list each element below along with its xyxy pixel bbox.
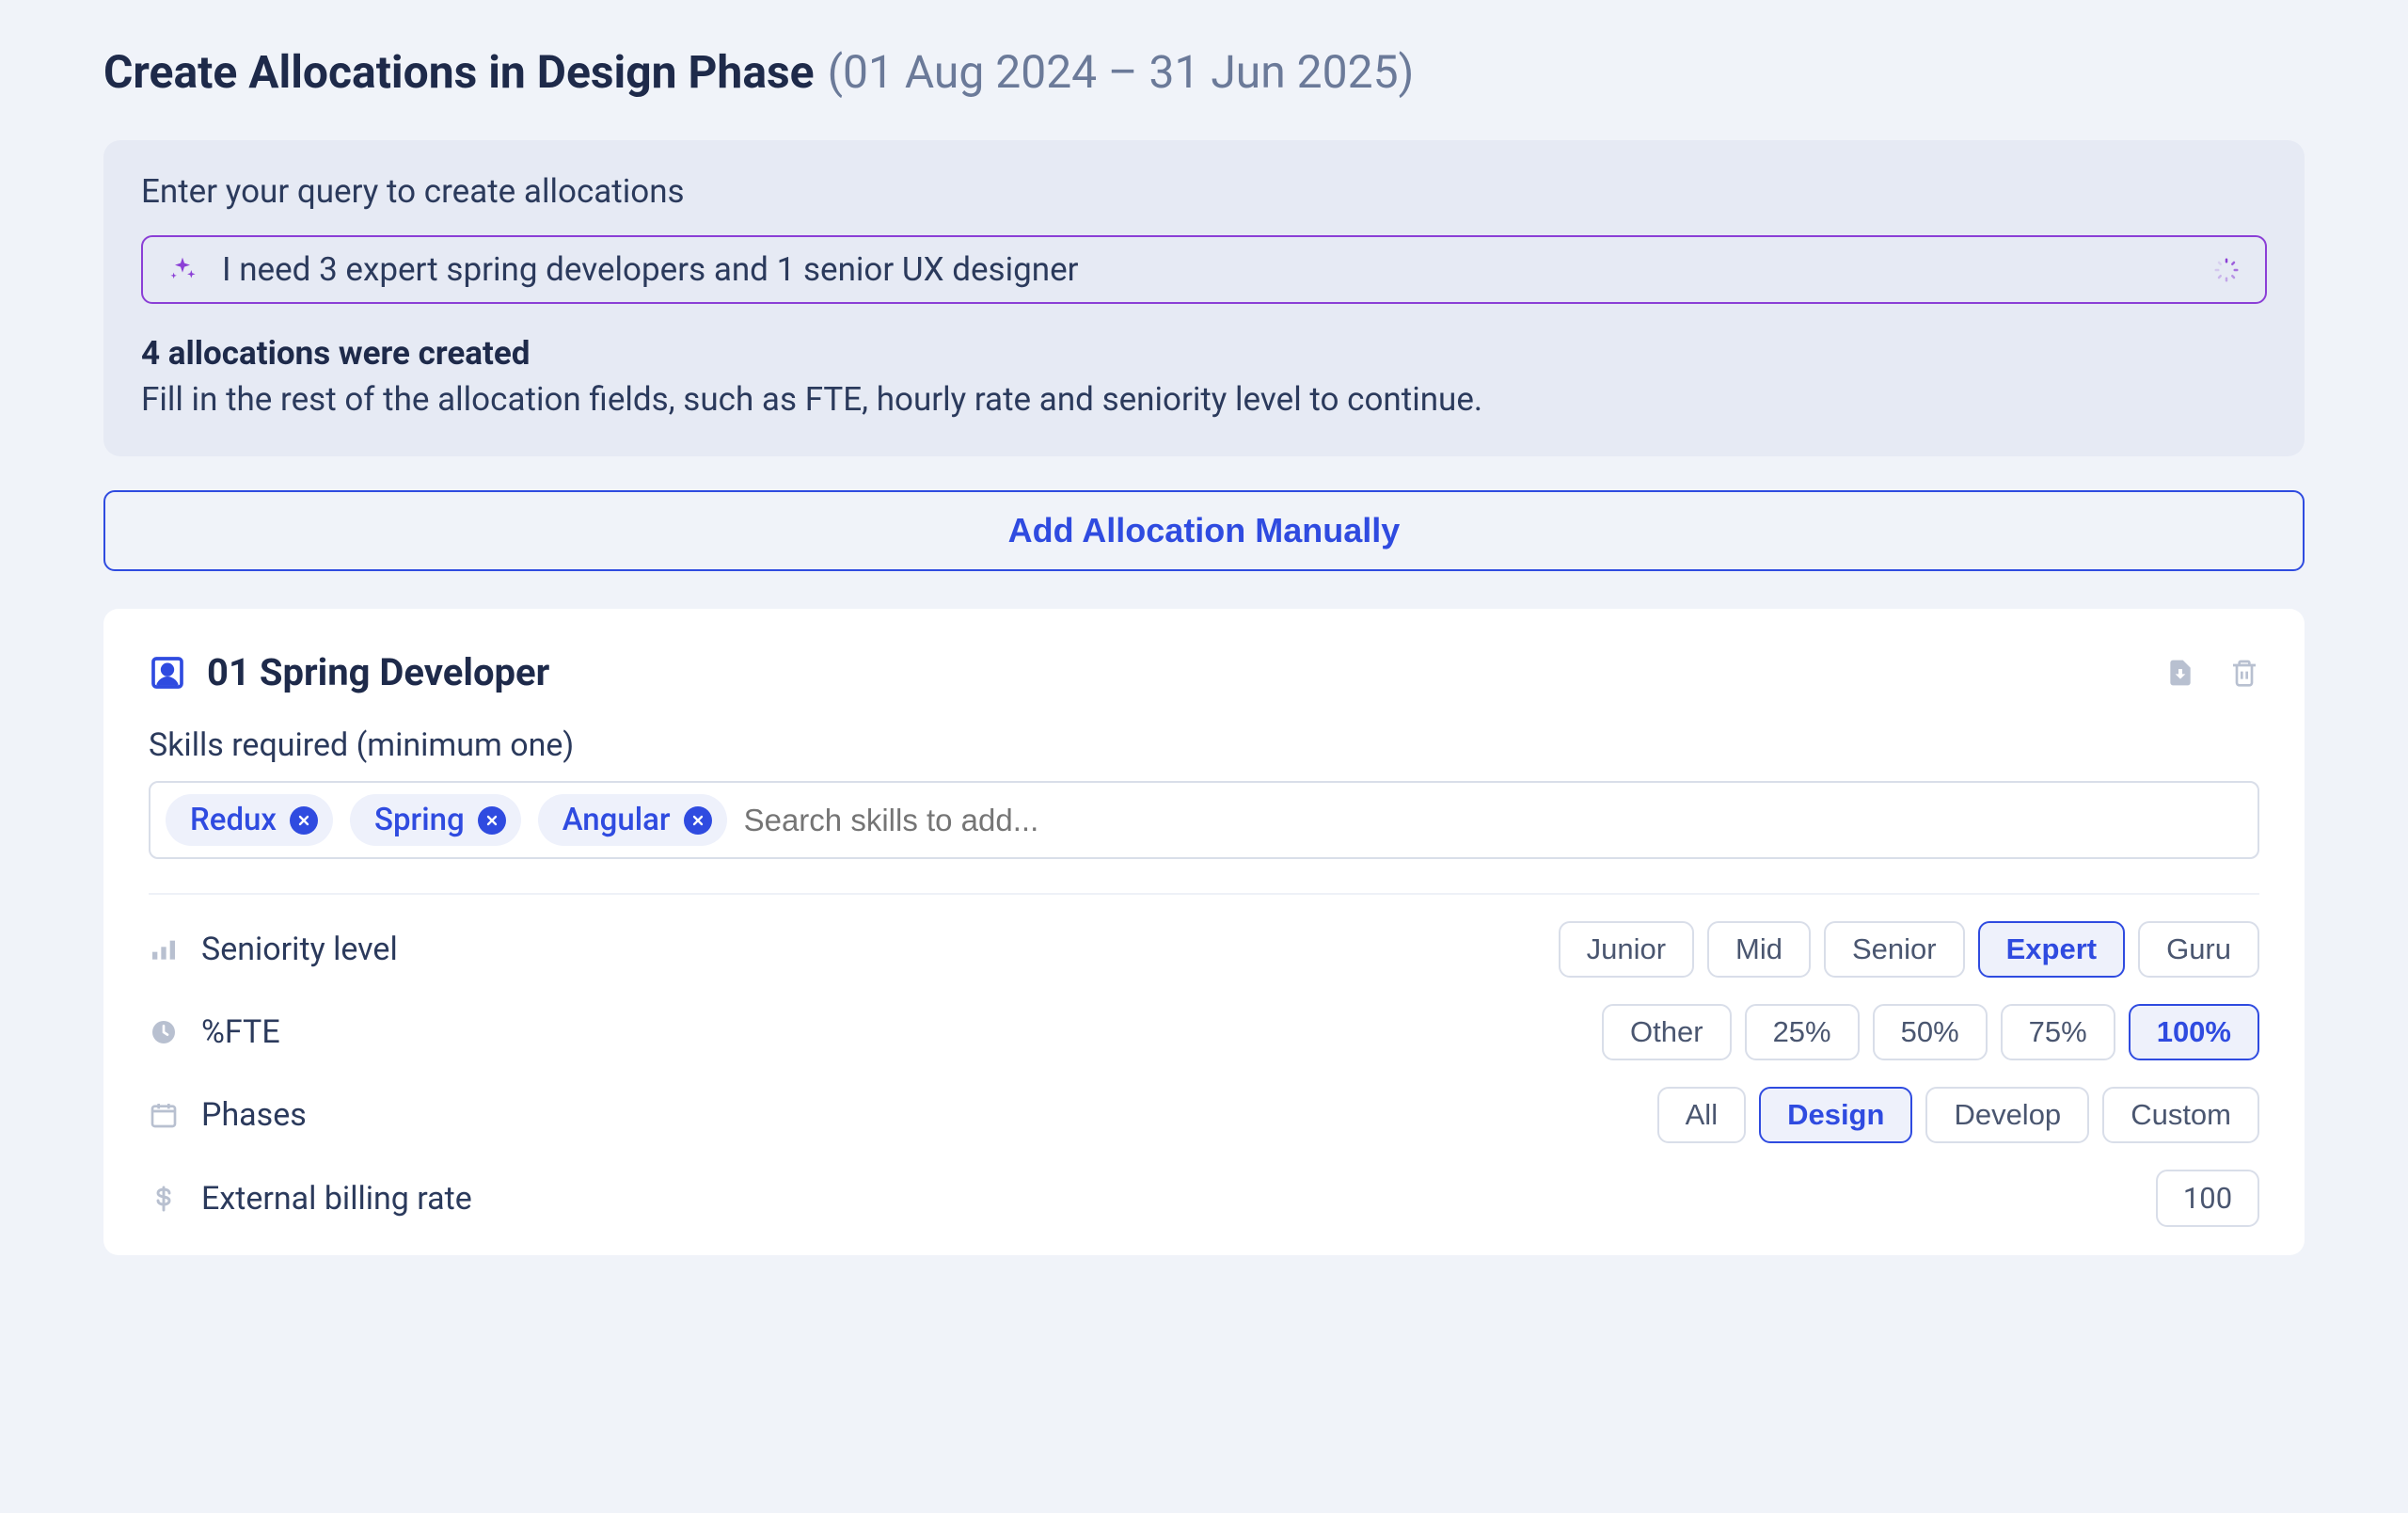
query-panel: Enter your query to create allocations I… [103, 140, 2305, 456]
fte-option[interactable]: 50% [1873, 1004, 1988, 1060]
loading-spinner-icon [2212, 256, 2241, 284]
skill-chip-label: Redux [190, 802, 277, 838]
result-heading: 4 allocations were created [141, 334, 2267, 373]
fte-option[interactable]: 75% [2001, 1004, 2115, 1060]
billing-rate-input[interactable]: 100 [2156, 1170, 2259, 1227]
phases-options: AllDesignDevelopCustom [1657, 1087, 2259, 1143]
seniority-option[interactable]: Junior [1559, 921, 1694, 978]
phase-option[interactable]: Develop [1925, 1087, 2089, 1143]
download-icon[interactable] [2165, 657, 2195, 689]
phase-option[interactable]: All [1657, 1087, 1746, 1143]
seniority-option[interactable]: Expert [1978, 921, 2125, 978]
fte-options: Other25%50%75%100% [1602, 1004, 2259, 1060]
query-text: I need 3 expert spring developers and 1 … [222, 250, 2188, 289]
allocation-card: 01 Spring Developer Skills required (min… [103, 609, 2305, 1255]
page-title-row: Create Allocations in Design Phase (01 A… [103, 45, 2305, 99]
sparkle-icon [167, 255, 198, 285]
fte-label: %FTE [201, 1013, 1579, 1051]
phases-row: Phases AllDesignDevelopCustom [149, 1087, 2259, 1143]
skills-label: Skills required (minimum one) [149, 726, 2259, 764]
remove-skill-icon[interactable] [290, 806, 318, 835]
seniority-option[interactable]: Mid [1707, 921, 1811, 978]
seniority-options: JuniorMidSeniorExpertGuru [1559, 921, 2259, 978]
remove-skill-icon[interactable] [684, 806, 712, 835]
seniority-label: Seniority level [201, 931, 1536, 968]
fte-option[interactable]: 100% [2129, 1004, 2259, 1060]
result-subtext: Fill in the rest of the allocation field… [141, 380, 2267, 419]
fte-option[interactable]: 25% [1745, 1004, 1860, 1060]
skill-chip-label: Spring [374, 802, 465, 838]
skill-chip-label: Angular [562, 802, 671, 838]
calendar-icon [149, 1100, 179, 1130]
phases-label: Phases [201, 1096, 1635, 1134]
person-icon [149, 654, 186, 692]
page-title: Create Allocations in Design Phase [103, 45, 815, 99]
card-header: 01 Spring Developer [149, 650, 2259, 694]
skill-chip: Spring [350, 794, 521, 846]
app-frame: Create Allocations in Design Phase (01 A… [0, 0, 2408, 1513]
fte-option[interactable]: Other [1602, 1004, 1732, 1060]
query-label: Enter your query to create allocations [141, 172, 2267, 211]
billing-row: External billing rate 100 [149, 1170, 2259, 1227]
card-actions [2165, 657, 2259, 689]
skills-input[interactable]: Redux Spring Angular [149, 781, 2259, 859]
seniority-option[interactable]: Guru [2138, 921, 2259, 978]
divider [149, 893, 2259, 895]
fte-row: %FTE Other25%50%75%100% [149, 1004, 2259, 1060]
seniority-option[interactable]: Senior [1824, 921, 1965, 978]
billing-label: External billing rate [201, 1180, 2133, 1218]
query-input[interactable]: I need 3 expert spring developers and 1 … [141, 235, 2267, 304]
skill-chip: Angular [538, 794, 727, 846]
delete-icon[interactable] [2229, 657, 2259, 689]
phase-option[interactable]: Design [1759, 1087, 1912, 1143]
allocation-title: 01 Spring Developer [207, 650, 2145, 694]
remove-skill-icon[interactable] [478, 806, 506, 835]
skills-search-field[interactable] [744, 803, 2242, 838]
seniority-icon [149, 934, 179, 964]
clock-icon [149, 1017, 179, 1047]
seniority-row: Seniority level JuniorMidSeniorExpertGur… [149, 921, 2259, 978]
page-date-range: (01 Aug 2024 – 31 Jun 2025) [828, 45, 1415, 99]
skill-chip: Redux [166, 794, 333, 846]
dollar-icon [149, 1184, 179, 1214]
add-allocation-manually-button[interactable]: Add Allocation Manually [103, 490, 2305, 571]
phase-option[interactable]: Custom [2102, 1087, 2259, 1143]
